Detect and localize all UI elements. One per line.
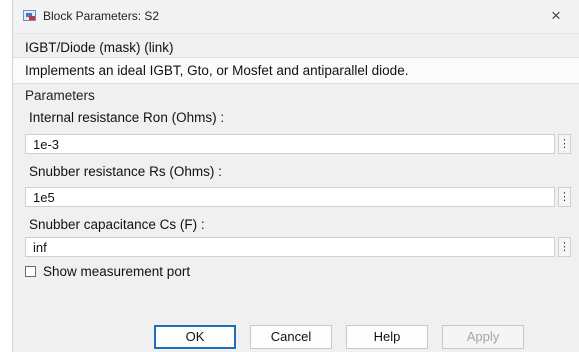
cs-label: Snubber capacitance Cs (F) : bbox=[29, 217, 205, 232]
ron-value: 1e-3 bbox=[33, 137, 60, 152]
mask-description: Implements an ideal IGBT, Gto, or Mosfet… bbox=[25, 63, 409, 78]
apply-button[interactable]: Apply bbox=[442, 325, 524, 349]
parameters-heading: Parameters bbox=[25, 88, 95, 103]
ron-more-options-button[interactable]: ⋮ bbox=[558, 134, 571, 154]
cs-value: inf bbox=[33, 240, 47, 255]
rs-input[interactable]: 1e5 bbox=[25, 187, 555, 207]
rs-label: Snubber resistance Rs (Ohms) : bbox=[29, 164, 222, 179]
ron-input[interactable]: 1e-3 bbox=[25, 134, 555, 154]
close-button[interactable]: × bbox=[543, 4, 569, 28]
show-measurement-port-label[interactable]: Show measurement port bbox=[43, 264, 190, 279]
title-bar: Block Parameters: S2 × bbox=[13, 0, 579, 34]
simulink-block-icon bbox=[23, 10, 36, 21]
rs-more-options-button[interactable]: ⋮ bbox=[558, 187, 571, 207]
cs-input[interactable]: inf bbox=[25, 237, 555, 257]
show-measurement-port-checkbox[interactable] bbox=[25, 266, 36, 277]
description-box: Implements an ideal IGBT, Gto, or Mosfet… bbox=[13, 57, 579, 84]
mask-title: IGBT/Diode (mask) (link) bbox=[25, 40, 174, 55]
window-title: Block Parameters: S2 bbox=[43, 9, 160, 23]
cancel-button[interactable]: Cancel bbox=[250, 325, 332, 349]
ok-button[interactable]: OK bbox=[154, 325, 236, 349]
cs-more-options-button[interactable]: ⋮ bbox=[558, 237, 571, 257]
help-button[interactable]: Help bbox=[346, 325, 428, 349]
parameters-group: Parameters Internal resistance Ron (Ohms… bbox=[19, 84, 573, 289]
rs-value: 1e5 bbox=[33, 190, 55, 205]
ron-label: Internal resistance Ron (Ohms) : bbox=[29, 110, 225, 125]
block-parameters-dialog: Block Parameters: S2 × IGBT/Diode (mask)… bbox=[12, 0, 579, 352]
